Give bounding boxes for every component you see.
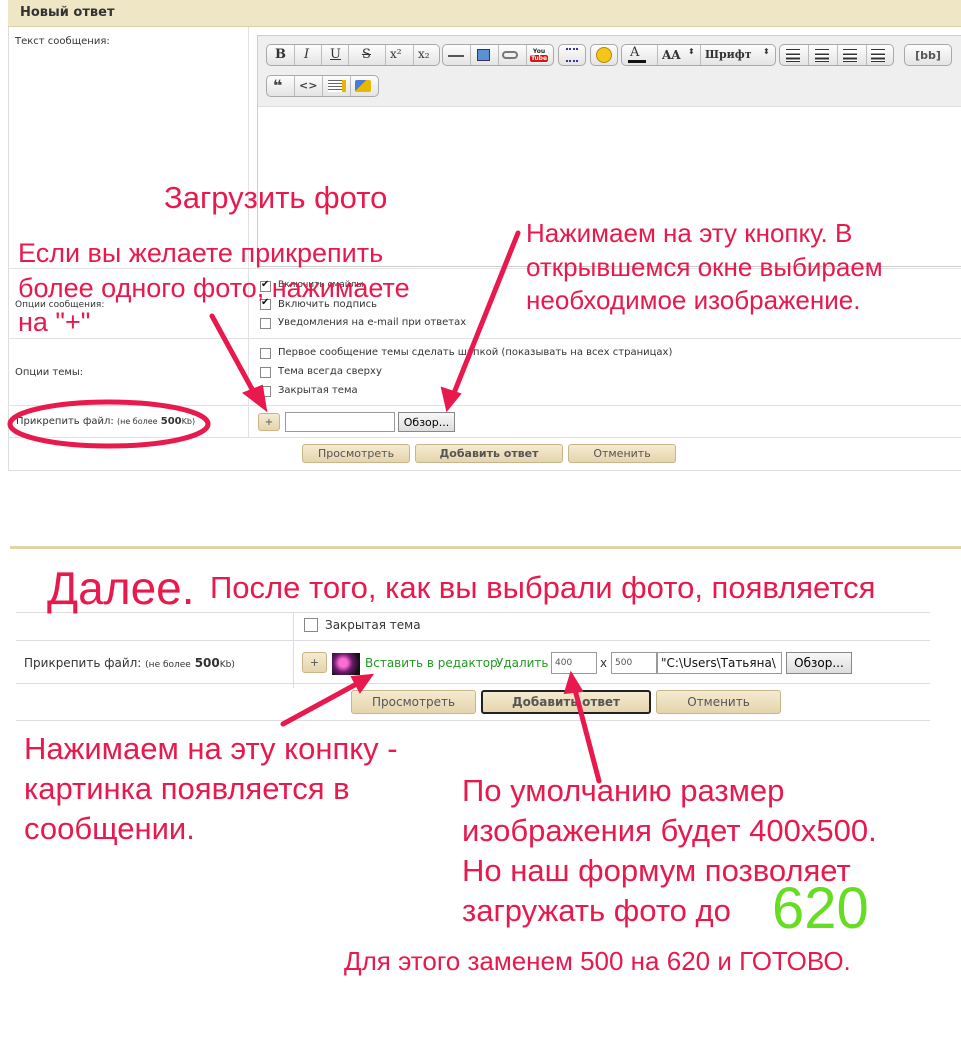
size-arrowhead xyxy=(563,670,584,695)
insert-arrowhead xyxy=(350,673,375,694)
annotation-arrows xyxy=(7,230,602,784)
browse-arrow xyxy=(449,230,521,401)
plus-arrowhead xyxy=(241,384,268,413)
size-arrow xyxy=(571,683,602,784)
plus-arrow xyxy=(209,313,261,403)
attach-highlight-ellipse xyxy=(7,399,211,449)
insert-arrow xyxy=(280,678,365,727)
